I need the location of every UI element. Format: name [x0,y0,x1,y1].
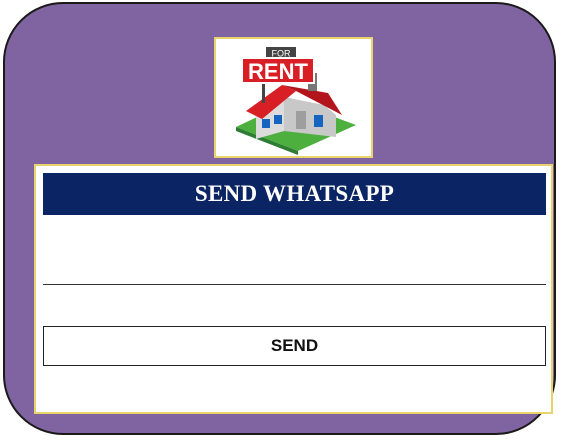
logo-rent-text: RENT [248,59,308,84]
send-panel: SEND WHATSAPP SEND [34,164,553,414]
logo-for-text: FOR [272,49,291,59]
for-rent-logo: FOR RENT [214,37,373,158]
page-title: SEND WHATSAPP [43,173,546,215]
app-frame: FOR RENT SEND WHATSAPP SEND [3,2,556,435]
message-input[interactable] [43,228,546,285]
send-button[interactable]: SEND [43,326,546,366]
house-for-rent-icon: FOR RENT [236,47,356,155]
